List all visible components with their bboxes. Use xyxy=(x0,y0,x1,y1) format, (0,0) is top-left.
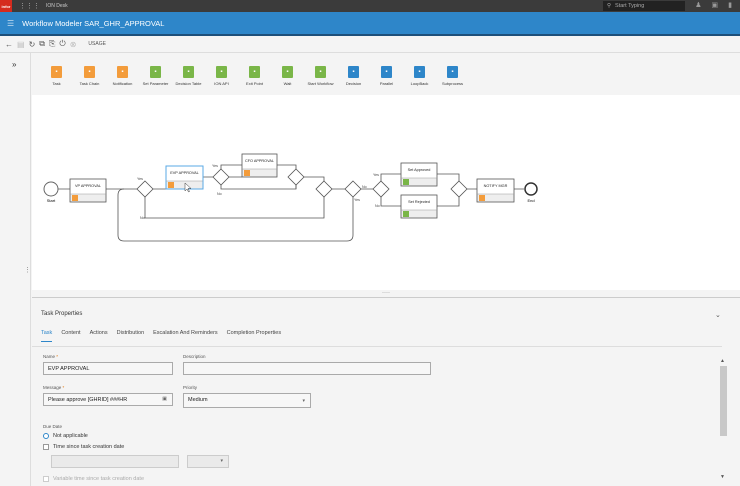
radio-button[interactable] xyxy=(43,444,49,450)
panel-splitter[interactable]: ···· xyxy=(32,290,740,298)
variable-picker-icon[interactable]: ▣ xyxy=(162,396,167,402)
yes-label: Yes xyxy=(137,177,143,181)
name-label: Name * xyxy=(43,354,59,359)
tab-completion-properties[interactable]: Completion Properties xyxy=(227,330,281,342)
decision-gateway[interactable] xyxy=(450,180,468,198)
workflow-diagram: Start End Yes No Yes No No Yes Yes No VP… xyxy=(43,153,538,242)
task-node-notify[interactable]: NOTIFY MGR xyxy=(476,178,515,203)
message-field[interactable]: Please approve [GHRID] ###HR ▣ xyxy=(43,393,173,406)
decision-gateway[interactable] xyxy=(344,180,362,198)
due-date-label: Due Date xyxy=(43,424,63,429)
message-label: Message * xyxy=(43,385,65,390)
decision-gateway[interactable] xyxy=(315,180,333,198)
task-type-icon xyxy=(479,195,485,201)
task-type-icon xyxy=(72,195,78,201)
message-value: Please approve [GHRID] ###HR xyxy=(48,397,128,403)
priority-value: Medium xyxy=(188,397,208,403)
task-node-label: VP APPROVAL xyxy=(75,184,101,188)
tab-distribution[interactable]: Distribution xyxy=(117,330,145,342)
due-option-not-applicable[interactable]: Not applicable xyxy=(43,433,88,439)
loopback-connector xyxy=(117,188,354,242)
decision-gateway[interactable] xyxy=(212,168,230,186)
chevron-down-icon[interactable]: ⌄ xyxy=(715,311,721,319)
due-option-variable-time: Variable time since task creation date xyxy=(43,476,144,482)
priority-label: Priority xyxy=(183,385,198,390)
scroll-up-icon[interactable]: ▲ xyxy=(720,358,725,364)
end-label: End xyxy=(527,198,534,203)
scrollbar-thumb[interactable] xyxy=(720,366,727,436)
duration-field xyxy=(51,455,179,468)
tab-escalation-and-reminders[interactable]: Escalation And Reminders xyxy=(153,330,218,342)
task-node-label: Set Approved xyxy=(408,168,431,172)
task-type-icon xyxy=(168,182,174,188)
chevron-down-icon: ▾ xyxy=(220,458,223,464)
no-label: No xyxy=(217,192,222,196)
task-node-label: CFO APPROVAL xyxy=(245,159,274,163)
description-field[interactable] xyxy=(183,362,431,375)
option-label: Variable time since task creation date xyxy=(53,476,144,482)
decision-gateway[interactable] xyxy=(136,180,154,198)
end-event[interactable] xyxy=(524,182,538,196)
due-option-time-since-creation[interactable]: Time since task creation date xyxy=(43,444,124,450)
decision-gateway[interactable] xyxy=(287,168,305,186)
task-node-set-approved[interactable]: Set Approved xyxy=(400,162,438,187)
start-event[interactable] xyxy=(43,181,59,197)
scroll-down-icon[interactable]: ▼ xyxy=(720,474,725,480)
task-node-set-rejected[interactable]: Set Rejected xyxy=(400,194,438,219)
task-type-icon xyxy=(403,211,409,217)
decision-gateway[interactable] xyxy=(372,180,390,198)
task-type-icon xyxy=(244,170,250,176)
tab-content[interactable]: Content xyxy=(61,330,80,342)
yes-label: Yes xyxy=(212,164,218,168)
tab-actions[interactable]: Actions xyxy=(90,330,108,342)
yes-label: Yes xyxy=(354,198,360,202)
task-properties-panel: Task Properties ⌄ Task Content Actions Dist… xyxy=(32,300,740,486)
name-field[interactable]: EVP APPROVAL xyxy=(43,362,173,375)
properties-tabs: Task Content Actions Distribution Escalation… xyxy=(41,330,281,342)
panel-title: Task Properties xyxy=(41,311,83,317)
task-node-evp[interactable]: EVP APPROVAL xyxy=(165,165,204,190)
task-node-vp[interactable]: VP APPROVAL xyxy=(69,178,107,203)
no-label: No xyxy=(140,216,145,220)
duration-unit-select: ▾ xyxy=(187,455,229,468)
option-label: Not applicable xyxy=(53,433,88,439)
chevron-down-icon: ▾ xyxy=(302,398,305,404)
radio-button[interactable] xyxy=(43,433,49,439)
radio-button xyxy=(43,476,49,482)
task-node-label: EVP APPROVAL xyxy=(170,171,199,175)
scrollbar[interactable]: ▲ ▼ xyxy=(719,358,727,486)
no-label: No xyxy=(375,204,380,208)
task-node-cfo[interactable]: CFO APPROVAL xyxy=(241,153,278,178)
priority-select[interactable]: Medium ▾ xyxy=(183,393,311,408)
start-label: Start xyxy=(47,198,56,203)
no-label: No xyxy=(362,185,367,189)
connector xyxy=(144,197,325,219)
description-label: Description xyxy=(183,354,206,359)
option-label: Time since task creation date xyxy=(53,444,125,450)
task-type-icon xyxy=(403,179,409,185)
tab-task[interactable]: Task xyxy=(41,330,53,342)
workflow-canvas[interactable]: Start End Yes No Yes No No Yes Yes No VP… xyxy=(32,95,740,290)
task-node-label: Set Rejected xyxy=(408,200,430,204)
task-node-label: NOTIFY MGR xyxy=(484,184,508,188)
yes-label: Yes xyxy=(373,173,379,177)
